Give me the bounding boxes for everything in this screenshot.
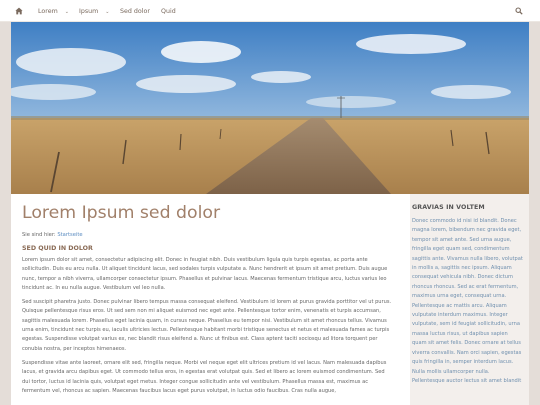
section-heading: SED QUID IN DOLOR — [22, 245, 93, 252]
hero-image — [11, 22, 529, 194]
sidebar-text: Donec commodo id nisi id blandit. Donec … — [412, 218, 523, 384]
search-icon — [515, 6, 523, 15]
body-paragraph: Suspendisse vitae ante laoreet, ornare e… — [22, 359, 387, 394]
sidebar: GRAVIAS IN VOLTEM Donec commodo id nisi … — [410, 194, 529, 405]
chevron-down-icon[interactable]: ⌄ — [65, 1, 69, 24]
body-paragraph: Lorem ipsum dolor sit amet, consectetur … — [22, 257, 388, 291]
breadcrumb: Sie sind hier: Startseite — [22, 231, 399, 239]
nav-item-label: Ipsum — [79, 8, 99, 15]
home-link[interactable] — [15, 0, 27, 22]
nav-item-ipsum[interactable]: Ipsum ⌄ — [79, 0, 109, 22]
page-title: Lorem Ipsum sed dolor — [22, 203, 221, 223]
search-button[interactable] — [515, 0, 525, 22]
breadcrumb-home-link[interactable]: Startseite — [57, 232, 82, 238]
top-navigation-bar: Lorem ⌄ Ipsum ⌄ Sed dolor Quid — [0, 0, 540, 22]
main-content: Lorem Ipsum sed dolor Sie sind hier: Sta… — [11, 194, 399, 405]
content-area: Lorem Ipsum sed dolor Sie sind hier: Sta… — [11, 194, 529, 405]
nav-item-label: Lorem — [38, 8, 58, 15]
nav-item-sed-dolor[interactable]: Sed dolor — [120, 0, 150, 22]
nav-item-lorem[interactable]: Lorem ⌄ — [38, 0, 69, 22]
landscape-image — [11, 22, 529, 194]
breadcrumb-prefix: Sie sind hier: — [22, 232, 56, 238]
home-icon — [15, 7, 23, 14]
nav-item-quid[interactable]: Quid — [161, 0, 176, 22]
chevron-down-icon[interactable]: ⌄ — [105, 1, 109, 24]
body-paragraph: Sed suscipit pharetra justo. Donec pulvi… — [22, 299, 392, 352]
sidebar-heading: GRAVIAS IN VOLTEM — [412, 204, 485, 211]
